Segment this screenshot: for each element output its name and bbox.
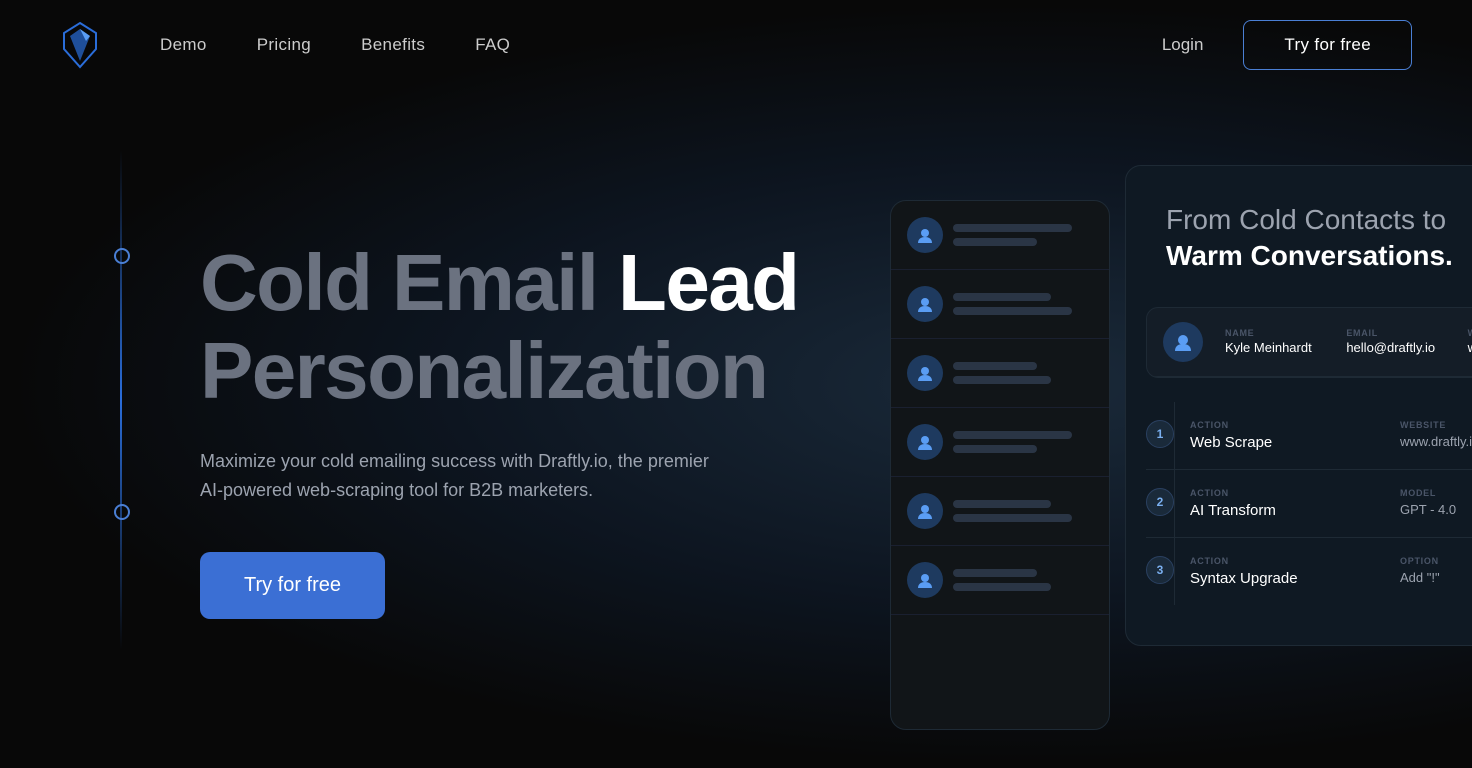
workflow-panel: From Cold Contacts to Warm Conversations… [1125, 165, 1472, 646]
contact-email-field: EMAIL hello@draftly.io [1346, 328, 1455, 355]
logo-icon [60, 21, 100, 69]
name-label: NAME [1225, 328, 1334, 338]
workflow-title-bold: Warm Conversations. [1166, 240, 1453, 271]
step-2-action-value: AI Transform [1190, 502, 1384, 519]
nav-link-benefits[interactable]: Benefits [361, 35, 425, 54]
contacts-panel [890, 200, 1110, 730]
blur-line [953, 500, 1051, 508]
contact-detail-card: NAME Kyle Meinhardt EMAIL hello@draftly.… [1146, 307, 1472, 378]
contact-info-5 [953, 500, 1093, 522]
contact-row-2 [891, 270, 1109, 339]
nav-item-benefits[interactable]: Benefits [361, 35, 425, 55]
contact-avatar-detail [1163, 322, 1203, 362]
blur-line [953, 238, 1037, 246]
step-1-secondary-label: WEBSITE [1400, 420, 1472, 430]
step-3-action-label: ACTION [1190, 556, 1384, 566]
hero-title-part1: Cold Email [200, 238, 597, 327]
step-2-action-label: ACTION [1190, 488, 1384, 498]
blur-line [953, 376, 1051, 384]
blur-line [953, 514, 1072, 522]
step-3-secondary-label: OPTION [1400, 556, 1472, 566]
nav-links: Demo Pricing Benefits FAQ [160, 35, 510, 55]
dot-indicators [114, 248, 130, 520]
contact-detail-header: NAME Kyle Meinhardt EMAIL hello@draftly.… [1147, 308, 1472, 377]
step-3-secondary-value: Add "!" [1400, 570, 1472, 585]
contact-avatar-1 [907, 217, 943, 253]
login-link[interactable]: Login [1162, 35, 1204, 55]
contact-row-5 [891, 477, 1109, 546]
contact-avatar-3 [907, 355, 943, 391]
try-free-button-nav[interactable]: Try for free [1243, 20, 1412, 70]
nav-link-demo[interactable]: Demo [160, 35, 207, 54]
contact-avatar-6 [907, 562, 943, 598]
blur-line [953, 583, 1051, 591]
contact-website-field: WEBSITE www.draftly.io [1468, 328, 1472, 355]
step-1-secondary: WEBSITE www.draftly.io [1400, 420, 1472, 449]
nav-right: Login Try for free [1162, 20, 1412, 70]
step-number-2: 2 [1146, 488, 1174, 516]
contact-avatar-5 [907, 493, 943, 529]
contact-avatar-4 [907, 424, 943, 460]
contact-info-3 [953, 362, 1093, 384]
nav-item-demo[interactable]: Demo [160, 35, 207, 55]
workflow-step-2: 2 ACTION AI Transform MODEL GPT - 4.0 [1146, 470, 1472, 538]
contact-name-field: NAME Kyle Meinhardt [1225, 328, 1334, 355]
step-2-secondary-label: MODEL [1400, 488, 1472, 498]
contact-row-1 [891, 201, 1109, 270]
contact-row-6 [891, 546, 1109, 615]
step-2-secondary-value: GPT - 4.0 [1400, 502, 1472, 517]
step-1-action-label: ACTION [1190, 420, 1384, 430]
step-1-secondary-value: www.draftly.io [1400, 434, 1472, 449]
blur-line [953, 431, 1072, 439]
step-2-secondary: MODEL GPT - 4.0 [1400, 488, 1472, 517]
nav-item-pricing[interactable]: Pricing [257, 35, 311, 55]
dot-indicator-bottom [114, 504, 130, 520]
step-3-action-value: Syntax Upgrade [1190, 570, 1384, 587]
blur-line [953, 362, 1037, 370]
nav-left: Demo Pricing Benefits FAQ [60, 21, 510, 69]
right-panel: From Cold Contacts to Warm Conversations… [830, 0, 1472, 768]
logo[interactable] [60, 21, 100, 69]
step-1-action-value: Web Scrape [1190, 434, 1384, 451]
workflow-title: From Cold Contacts to Warm Conversations… [1166, 202, 1472, 275]
contact-row-3 [891, 339, 1109, 408]
step-number-1: 1 [1146, 420, 1174, 448]
step-3-action: ACTION Syntax Upgrade [1190, 556, 1384, 587]
blur-line [953, 569, 1037, 577]
nav-link-faq[interactable]: FAQ [475, 35, 510, 54]
contact-row-4 [891, 408, 1109, 477]
step-1-action: ACTION Web Scrape [1190, 420, 1384, 451]
name-value: Kyle Meinhardt [1225, 340, 1334, 355]
hero-title-part2: Personalization [200, 327, 830, 415]
dot-indicator-top [114, 248, 130, 264]
navigation: Demo Pricing Benefits FAQ Login Try for … [0, 0, 1472, 90]
step-3-secondary: OPTION Add "!" [1400, 556, 1472, 585]
step-number-3: 3 [1146, 556, 1174, 584]
nav-item-faq[interactable]: FAQ [475, 35, 510, 55]
workflow-step-3: 3 ACTION Syntax Upgrade OPTION Add "!" [1146, 538, 1472, 605]
hero-subtitle: Maximize your cold emailing success with… [200, 447, 720, 505]
workflow-steps: 1 ACTION Web Scrape WEBSITE www.draftly.… [1126, 402, 1472, 605]
email-label: EMAIL [1346, 328, 1455, 338]
hero-title-highlight: Lead [618, 238, 798, 327]
website-value: www.draftly.io [1468, 340, 1472, 355]
blur-line [953, 307, 1072, 315]
try-free-button-hero[interactable]: Try for free [200, 552, 385, 619]
blur-line [953, 293, 1051, 301]
contact-info-2 [953, 293, 1093, 315]
blur-line [953, 224, 1072, 232]
workflow-step-1: 1 ACTION Web Scrape WEBSITE www.draftly.… [1146, 402, 1472, 470]
blur-line [953, 445, 1037, 453]
step-2-action: ACTION AI Transform [1190, 488, 1384, 519]
email-value: hello@draftly.io [1346, 340, 1455, 355]
nav-link-pricing[interactable]: Pricing [257, 35, 311, 54]
workflow-header: From Cold Contacts to Warm Conversations… [1126, 166, 1472, 307]
website-label: WEBSITE [1468, 328, 1472, 338]
contact-info-6 [953, 569, 1093, 591]
contact-info-4 [953, 431, 1093, 453]
contact-avatar-2 [907, 286, 943, 322]
hero-title: Cold Email Lead Personalization [200, 239, 830, 415]
contact-info-1 [953, 224, 1093, 246]
workflow-title-normal: From Cold Contacts to [1166, 204, 1446, 235]
